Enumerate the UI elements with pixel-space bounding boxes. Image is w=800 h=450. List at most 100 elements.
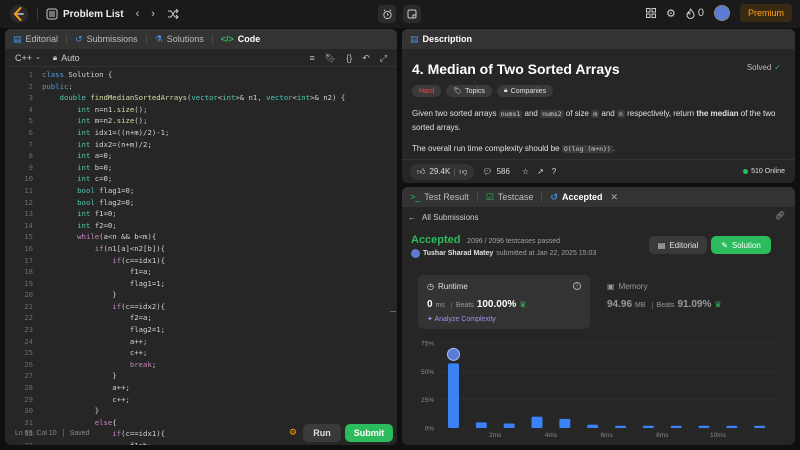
grid-menu-icon[interactable] <box>645 8 656 18</box>
code-line[interactable]: int idx2=(n+m)/2; <box>42 139 345 151</box>
chevron-right-icon[interactable]: › <box>151 8 155 20</box>
code-line[interactable]: break; <box>42 359 345 371</box>
gear-icon[interactable]: ⚙ <box>666 7 676 20</box>
expand-icon[interactable]: ⤢ <box>380 53 387 64</box>
code-line[interactable]: f2=a; <box>42 312 345 324</box>
code-line[interactable]: int a=0; <box>42 150 345 162</box>
code-line[interactable]: a++; <box>42 382 345 394</box>
bar <box>475 422 487 428</box>
tab-code[interactable]: </> Code <box>221 34 261 44</box>
line-number: 15 <box>24 232 33 242</box>
format-icon[interactable]: ≡ <box>310 53 315 64</box>
analyze-complexity-link[interactable]: ✦ Analyze Complexity <box>427 315 581 323</box>
topics-chip[interactable]: 🏷︎ Topics <box>446 85 492 97</box>
submit-button[interactable]: Submit <box>345 424 393 442</box>
editor-scrollbar[interactable] <box>390 311 396 312</box>
divider <box>66 34 68 44</box>
code-line[interactable]: double findMedianSortedArrays(vector<int… <box>42 92 346 104</box>
user-avatar[interactable] <box>411 249 420 258</box>
star-icon[interactable]: ☆ <box>522 167 529 176</box>
link-icon[interactable]: 🔗︎ <box>775 211 785 220</box>
mode-label[interactable]: Auto <box>61 53 80 63</box>
code-line[interactable]: int m=n2.size(); <box>42 115 345 127</box>
code-line[interactable]: if(c==idx2){ <box>42 301 345 313</box>
chip-icon: ▣ <box>607 282 615 291</box>
leetcode-logo-icon[interactable] <box>9 4 29 24</box>
code-line[interactable]: f1=a; <box>42 266 345 278</box>
tab-submissions[interactable]: ↺ Submissions <box>75 34 138 45</box>
back-to-submissions[interactable]: ← All Submissions 🔗︎ <box>402 207 795 227</box>
chevron-left-icon[interactable]: ‹ <box>136 8 140 20</box>
code-line[interactable]: int f1=0; <box>42 208 345 220</box>
code-line[interactable]: if(n1[a]<n2[b]){ <box>42 243 345 255</box>
streak-button[interactable]: 0 <box>686 7 704 19</box>
avatar[interactable] <box>713 5 730 21</box>
tab-testcase[interactable]: ☑ Testcase <box>486 192 534 203</box>
code-line[interactable]: } <box>42 289 345 301</box>
code-content[interactable]: class Solution {public: double findMedia… <box>42 69 345 445</box>
code-line[interactable]: bool flag1=0; <box>42 185 345 197</box>
trophy-icon: ♛ <box>519 300 527 309</box>
code-line[interactable]: c++; <box>42 394 345 406</box>
code-line[interactable]: while(a<n && b<m){ <box>42 231 345 243</box>
x-tick-label: 8ms <box>656 432 669 439</box>
info-icon[interactable]: i <box>573 282 581 290</box>
solution-button[interactable]: ✎ Solution <box>711 236 771 254</box>
checkbox-icon: ☑ <box>485 191 494 202</box>
code-line[interactable]: flag2=1; <box>42 324 345 336</box>
code-editor[interactable]: 1 2 3 4 5 6 7 8 9 10 11 12 13 14 15 16 17 18 19 20 21 22 23 24 2… <box>5 69 395 445</box>
like-button[interactable]: 👍︎ 29.4K 👎︎ <box>410 163 475 180</box>
tab-editorial[interactable]: ▤ Editorial <box>13 34 58 45</box>
code-line[interactable]: if(c==idx1){ <box>42 255 345 267</box>
code-line[interactable]: class Solution { <box>42 69 345 81</box>
thumbs-down-icon[interactable]: 👎︎ <box>459 167 467 177</box>
code-line[interactable]: bool flag2=0; <box>42 197 345 209</box>
code-line[interactable]: int f2=0; <box>42 220 345 232</box>
premium-button[interactable]: Premium <box>739 4 792 22</box>
notes-button[interactable] <box>403 5 421 23</box>
result-panel: >_ Test Result ☑ Testcase ↺ Accepted ✕ ←… <box>402 187 795 445</box>
code-toolbar: C++ ⌄ 🔒︎ Auto ≡ 🔖︎ {} ↶ ⤢ <box>5 49 397 67</box>
share-icon[interactable]: ↗ <box>537 167 544 176</box>
problem-list-link[interactable]: Problem List <box>63 9 124 20</box>
online-count: 510 Online <box>743 168 785 175</box>
tab-description[interactable]: ▤ Description <box>410 34 472 45</box>
code-line[interactable]: c++; <box>42 347 345 359</box>
trophy-icon: ♛ <box>714 300 722 309</box>
tab-solutions[interactable]: ⚗ Solutions <box>155 34 204 45</box>
code-line[interactable]: a++; <box>42 336 345 348</box>
code-line[interactable]: public: <box>42 81 345 93</box>
code-line[interactable]: int n=n1.size(); <box>42 104 345 116</box>
tab-test-result[interactable]: >_ Test Result <box>410 192 469 202</box>
help-icon[interactable]: ? <box>552 167 556 176</box>
tab-accepted[interactable]: ↺ Accepted ✕ <box>550 192 618 203</box>
undo-icon[interactable]: ↶ <box>362 53 370 64</box>
code-line[interactable]: int b=0; <box>42 162 345 174</box>
problem-list-icon[interactable] <box>46 8 58 20</box>
line-number: 29 <box>24 394 33 404</box>
braces-icon[interactable]: {} <box>346 53 352 64</box>
line-number: 2 <box>28 81 33 91</box>
y-tick-label: 0% <box>425 426 435 433</box>
code-line[interactable]: flag1=1; <box>42 278 345 290</box>
runtime-card[interactable]: ◷ Runtime 0 ms Beats 100.00% ♛ ✦ Analyze… <box>418 275 590 329</box>
close-icon[interactable]: ✕ <box>610 192 618 203</box>
run-button[interactable]: Run <box>303 424 341 442</box>
thumbs-up-icon: 👍︎ <box>417 166 426 176</box>
shuffle-icon[interactable] <box>167 9 179 19</box>
debug-icon[interactable]: ⚙ <box>289 427 297 438</box>
language-select[interactable]: C++ ⌄ <box>15 53 41 63</box>
user-name[interactable]: Tushar Sharad Matey <box>423 250 493 257</box>
code-line[interactable]: } <box>42 405 345 417</box>
companies-chip[interactable]: 🔒︎ Companies <box>496 85 554 97</box>
editorial-button[interactable]: ▤ Editorial <box>649 236 707 254</box>
memory-card[interactable]: ▣ Memory 94.96 MB Beats 91.09% ♛ <box>607 282 722 310</box>
comments-button[interactable]: 💬︎ 586 <box>482 167 510 176</box>
code-line[interactable]: int c=0; <box>42 173 345 185</box>
bookmark-icon[interactable]: 🔖︎ <box>325 53 336 64</box>
code-line[interactable]: } <box>42 370 345 382</box>
sparkle-icon: ✦ <box>427 316 433 323</box>
code-line[interactable]: int idx1=((n+m)/2)-1; <box>42 127 345 139</box>
history-icon: ↺ <box>550 191 558 202</box>
timer-button[interactable] <box>378 5 396 23</box>
